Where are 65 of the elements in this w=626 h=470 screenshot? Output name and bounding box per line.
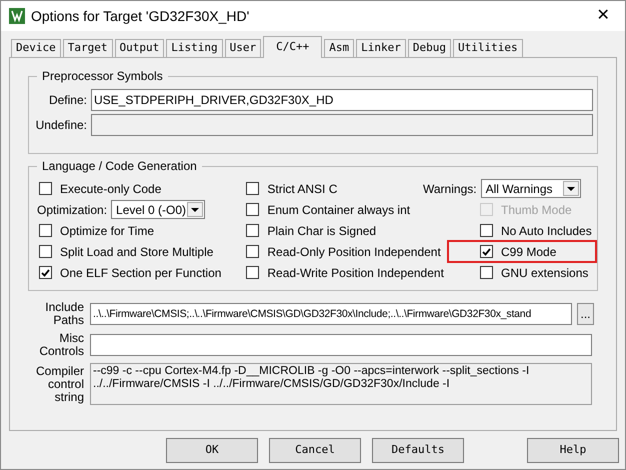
tab[interactable]: User xyxy=(224,39,262,57)
input-field[interactable] xyxy=(90,334,592,356)
tab[interactable]: Target xyxy=(62,39,112,57)
dropdown[interactable]: Level 0 (-O0) xyxy=(111,200,206,219)
checkbox[interactable] xyxy=(246,182,260,195)
field-label: Define: xyxy=(48,92,88,109)
browse-button[interactable]: ... xyxy=(577,303,594,325)
checkbox-label: Read-Write Position Independent xyxy=(267,264,444,282)
checkbox[interactable] xyxy=(246,266,260,279)
checkbox[interactable] xyxy=(480,266,493,279)
group-title: Preprocessor Symbols xyxy=(37,68,168,84)
check-icon xyxy=(482,248,491,256)
close-button[interactable]: ✕ xyxy=(581,1,625,31)
input-field[interactable]: USE_STDPERIPH_DRIVER,GD32F30X_HD xyxy=(91,89,593,111)
checkbox-label: Read-Only Position Independent xyxy=(267,244,441,260)
checkbox[interactable] xyxy=(39,266,52,279)
checkbox[interactable] xyxy=(39,245,52,258)
checkbox-label: Optimize for Time xyxy=(60,222,154,240)
checkbox-label: Plain Char is Signed xyxy=(267,222,376,240)
field-label: Compiler xyxy=(36,364,84,378)
input-field[interactable]: ..\..\Firmware\CMSIS;..\..\Firmware\CMSIS\GD\GD32F30x\Include;..\..\Firmware\GD32F30x_stand xyxy=(90,303,572,325)
field-label: control xyxy=(48,378,84,390)
field-label: string xyxy=(54,390,84,404)
checkbox-label: Execute-only Code xyxy=(60,180,162,198)
checkbox[interactable] xyxy=(246,224,260,237)
tab[interactable]: Device xyxy=(11,39,61,57)
tab[interactable]: Output xyxy=(114,39,164,57)
field-label: Misc xyxy=(59,332,84,345)
tab[interactable]: Linker xyxy=(356,39,406,57)
field-label: Controls xyxy=(39,345,84,358)
window-title: Options for Target 'GD32F30X_HD' xyxy=(31,6,250,26)
dialog-button[interactable]: Cancel xyxy=(269,438,361,462)
help-button[interactable]: Help xyxy=(527,438,619,462)
checkbox-label: Strict ANSI C xyxy=(267,180,338,198)
select-label: Warnings: xyxy=(423,180,477,198)
tab[interactable]: Listing xyxy=(166,39,223,57)
app-icon xyxy=(9,8,25,24)
text-line: ../../Firmware/CMSIS -I ../../Firmware/CMSIS/GD/GD32F30x/Include -I xyxy=(93,378,451,391)
checkbox[interactable] xyxy=(246,245,260,258)
dropdown[interactable]: All Warnings xyxy=(480,179,581,198)
checkbox[interactable] xyxy=(246,203,260,216)
checkbox[interactable] xyxy=(39,182,52,195)
field-label: Undefine: xyxy=(34,117,88,134)
checkbox-label: Enum Container always int xyxy=(267,202,410,218)
dialog-button[interactable]: OK xyxy=(166,438,258,462)
checkbox[interactable] xyxy=(480,245,493,258)
tab[interactable]: Asm xyxy=(324,39,354,57)
checkbox[interactable] xyxy=(39,224,52,237)
tab[interactable]: C/C++ xyxy=(263,36,322,58)
checkbox-label: One ELF Section per Function xyxy=(60,264,222,282)
checkbox-label: GNU extensions xyxy=(501,264,588,282)
checkbox[interactable] xyxy=(480,224,493,237)
checkbox-label: C99 Mode xyxy=(501,244,556,260)
tab[interactable]: Debug xyxy=(408,39,451,57)
checkbox-label: No Auto Includes xyxy=(501,222,592,240)
field-label: Include xyxy=(45,301,84,314)
dialog-button[interactable]: Defaults xyxy=(372,438,464,462)
group-title: Language / Code Generation xyxy=(37,158,202,174)
checkbox-label: Split Load and Store Multiple xyxy=(60,244,214,260)
field-label: Paths xyxy=(53,314,84,327)
text-line: --c99 -c --cpu Cortex-M4.fp -D__MICROLIB -g -O0 --apcs=interwork --split_sections -I xyxy=(93,365,530,378)
check-icon xyxy=(41,268,50,276)
select-label: Optimization: xyxy=(37,202,108,218)
tab[interactable]: Utilities xyxy=(452,39,523,57)
checkbox-label: Thumb Mode xyxy=(501,202,572,218)
